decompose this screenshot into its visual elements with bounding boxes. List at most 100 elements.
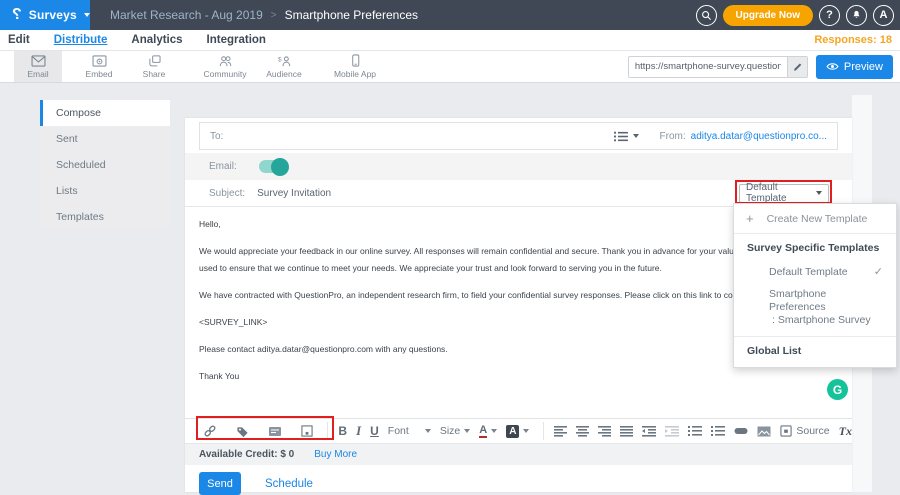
align-justify-button[interactable] xyxy=(620,425,633,437)
text-color-button[interactable]: A xyxy=(479,425,497,438)
align-justify-icon xyxy=(620,425,633,437)
channel-tab-email[interactable]: Email xyxy=(14,51,62,82)
tab-integration[interactable]: Integration xyxy=(207,34,266,46)
chevron-down-icon xyxy=(633,134,639,138)
preview-button[interactable]: Preview xyxy=(816,55,893,79)
questionpro-distribute-email-page: { "topbar": { "logo_glyph": "?", "app_me… xyxy=(0,0,900,492)
compose-footer: Send Schedule xyxy=(185,465,852,495)
bold-button[interactable]: B xyxy=(338,424,347,438)
sidebar-item-scheduled[interactable]: Scheduled xyxy=(40,152,170,178)
tab-analytics[interactable]: Analytics xyxy=(131,34,182,46)
embed-window-icon xyxy=(92,55,107,67)
check-icon: ✓ xyxy=(874,265,883,278)
bulleted-list-button[interactable] xyxy=(688,425,702,437)
available-credit-label: Available Credit: $ 0 xyxy=(199,449,294,460)
sidebar-item-templates[interactable]: Templates xyxy=(40,204,170,230)
italic-button[interactable]: I xyxy=(356,423,361,439)
underline-button[interactable]: U xyxy=(370,424,379,438)
channel-tab-audience[interactable]: $ Audience xyxy=(259,51,309,82)
align-right-button[interactable] xyxy=(598,425,611,437)
numbered-list-button[interactable] xyxy=(711,425,725,437)
remove-format-button[interactable]: Tx xyxy=(839,424,852,439)
buy-more-link[interactable]: Buy More xyxy=(314,449,357,460)
sidebar-item-sent[interactable]: Sent xyxy=(40,126,170,152)
increase-indent-button[interactable] xyxy=(665,425,679,437)
mail-card-icon xyxy=(268,426,282,437)
align-left-button[interactable] xyxy=(554,425,567,437)
edit-url-button[interactable] xyxy=(787,57,807,77)
responses-count[interactable]: Responses: 18 xyxy=(814,34,892,46)
audience-dollar-people-icon: $ xyxy=(277,55,292,67)
select-email-list-button[interactable] xyxy=(613,130,639,143)
upgrade-now-button[interactable]: Upgrade Now xyxy=(723,5,813,26)
channel-tab-community[interactable]: Community xyxy=(198,51,252,82)
email-toggle-switch[interactable] xyxy=(259,160,288,173)
template-selector-dropdown[interactable]: Default Template xyxy=(739,184,829,203)
embed-footer-button[interactable] xyxy=(301,425,313,437)
toolbar-divider xyxy=(327,422,328,440)
mobile-phone-icon xyxy=(348,54,363,67)
chevron-down-icon xyxy=(84,13,90,17)
indent-icon xyxy=(665,425,679,437)
channel-tab-embed[interactable]: Embed xyxy=(76,51,122,82)
bell-icon xyxy=(851,9,862,21)
avatar-initial: A xyxy=(880,9,888,21)
surveys-app-menu[interactable]: ? Surveys xyxy=(0,0,90,30)
font-dropdown[interactable]: Font xyxy=(388,425,431,437)
decrease-indent-button[interactable] xyxy=(642,425,656,437)
size-dropdown[interactable]: Size xyxy=(440,425,470,437)
survey-url-box xyxy=(628,56,808,78)
menu-header-survey-specific: Survey Specific Templates xyxy=(734,234,896,259)
tab-edit[interactable]: Edit xyxy=(8,34,30,46)
svg-text:$: $ xyxy=(278,56,282,63)
chevron-down-icon xyxy=(523,429,529,433)
menu-header-global-list: Global List xyxy=(734,337,896,367)
distribute-channel-bar: Email Embed Share Community $ Audience M… xyxy=(0,51,900,83)
email-list-icon xyxy=(613,130,629,143)
help-button[interactable]: ? xyxy=(819,5,840,26)
link-icon xyxy=(734,427,748,435)
search-icon xyxy=(701,10,712,21)
email-template-button[interactable] xyxy=(268,426,282,437)
channel-tab-share[interactable]: Share xyxy=(134,51,174,82)
channel-tab-mobile-app[interactable]: Mobile App xyxy=(327,51,383,82)
sidebar-item-lists[interactable]: Lists xyxy=(40,178,170,204)
from-email-value[interactable]: aditya.datar@questionpro.co... xyxy=(691,131,827,142)
breadcrumb: Market Research - Aug 2019 > Smartphone … xyxy=(110,8,418,22)
insert-tag-button[interactable] xyxy=(236,425,249,438)
insert-link-button[interactable] xyxy=(734,427,748,435)
chevron-down-icon xyxy=(464,429,470,433)
to-label: To: xyxy=(210,131,223,142)
tab-distribute[interactable]: Distribute xyxy=(54,34,108,46)
source-button[interactable]: Source xyxy=(780,425,829,437)
search-button[interactable] xyxy=(696,5,717,26)
compose-sidebar: Compose Sent Scheduled Lists Templates xyxy=(40,100,170,230)
grammarly-button[interactable]: G xyxy=(827,379,848,400)
chevron-down-icon xyxy=(425,429,431,433)
outdent-icon xyxy=(642,425,656,437)
share-cards-icon xyxy=(147,55,162,67)
plus-icon: + xyxy=(746,214,754,224)
subject-value[interactable]: Survey Invitation xyxy=(257,188,331,199)
align-left-icon xyxy=(554,425,567,437)
credit-row: Available Credit: $ 0 Buy More xyxy=(185,443,852,465)
menu-item-create-new-template[interactable]: + Create New Template xyxy=(734,204,896,233)
notifications-button[interactable] xyxy=(846,5,867,26)
menu-item-smartphone-preferences[interactable]: Smartphone Preferences : Smartphone Surv… xyxy=(734,284,896,336)
subject-label: Subject: xyxy=(209,188,245,199)
sidebar-item-compose[interactable]: Compose xyxy=(40,100,170,126)
breadcrumb-folder[interactable]: Market Research - Aug 2019 xyxy=(110,8,263,22)
breadcrumb-survey-name[interactable]: Smartphone Preferences xyxy=(285,8,418,22)
insert-image-button[interactable] xyxy=(757,426,771,437)
background-color-button[interactable]: A xyxy=(506,425,529,438)
chain-link-icon xyxy=(203,424,217,438)
email-envelope-icon xyxy=(31,55,46,67)
survey-url-input[interactable] xyxy=(629,57,787,77)
schedule-link[interactable]: Schedule xyxy=(265,478,313,490)
square-insert-icon xyxy=(301,425,313,437)
menu-item-default-template[interactable]: Default Template ✓ xyxy=(734,259,896,284)
insert-survey-link-button[interactable] xyxy=(203,424,217,438)
account-avatar[interactable]: A xyxy=(873,5,894,26)
align-center-button[interactable] xyxy=(576,425,589,437)
email-toggle-label: Email: xyxy=(209,161,237,172)
